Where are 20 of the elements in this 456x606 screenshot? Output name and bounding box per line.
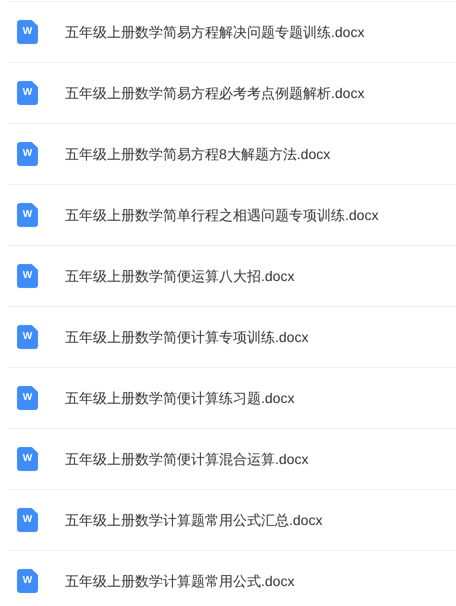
word-file-icon: W xyxy=(17,386,38,410)
word-file-icon: W xyxy=(17,203,38,227)
word-file-icon: W xyxy=(17,81,38,105)
word-file-icon: W xyxy=(17,142,38,166)
file-name[interactable]: 五年级上册数学简易方程必考考点例题解析.docx xyxy=(65,82,364,104)
file-name[interactable]: 五年级上册数学简易方程解决问题专题训练.docx xyxy=(65,22,364,42)
file-name[interactable]: 五年级上册数学简便运算八大招.docx xyxy=(65,266,294,286)
word-file-icon: W xyxy=(17,325,38,349)
word-file-icon: W xyxy=(17,508,38,532)
file-name[interactable]: 五年级上册数学简便计算混合运算.docx xyxy=(65,448,308,470)
file-name[interactable]: 五年级上册数学简便计算专项训练.docx xyxy=(65,326,308,348)
file-name[interactable]: 五年级上册数学简易方程8大解题方法.docx xyxy=(65,144,330,164)
file-name[interactable]: 五年级上册数学简便计算练习题.docx xyxy=(65,388,294,408)
word-file-icon: W xyxy=(17,264,38,288)
file-name[interactable]: 五年级上册数学计算题常用公式汇总.docx xyxy=(65,510,322,530)
word-file-icon: W xyxy=(17,569,38,593)
file-name[interactable]: 五年级上册数学简单行程之相遇问题专项训练.docx xyxy=(65,204,378,226)
word-file-icon: W xyxy=(17,447,38,471)
file-name[interactable]: 五年级上册数学计算题常用公式.docx xyxy=(65,570,294,592)
word-file-icon: W xyxy=(17,20,38,44)
